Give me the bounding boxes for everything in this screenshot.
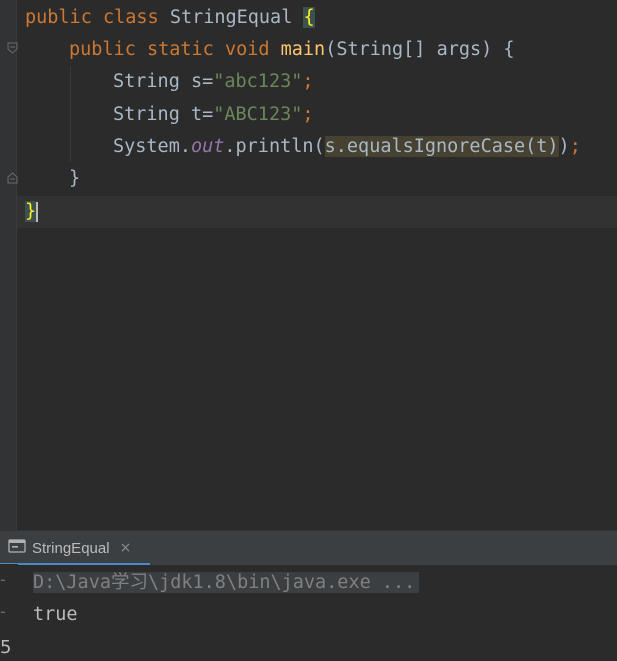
run-tool-window: StringEqual × ‐ ‐ 5 D:\Java学习\jdk1.8\bin… [0,530,617,661]
code-line-4[interactable]: String t="ABC123"; [113,99,314,131]
console-command[interactable]: D:\Java学习\jdk1.8\bin\java.exe ... [33,572,420,593]
declaration: String t= [113,104,214,125]
code-line-3[interactable]: String s="abc123"; [113,66,314,98]
class-ref: System. [113,136,191,157]
code-line-6[interactable]: } [69,163,80,195]
current-line-highlight [17,196,617,228]
run-tab-bar: StringEqual × [0,530,617,565]
close-icon[interactable]: × [120,540,132,556]
run-config-icon [8,538,26,558]
method-signature: (String[] args) { [325,39,515,60]
static-field: out [190,136,225,157]
active-tab-indicator [0,563,150,565]
keyword: public [69,39,136,60]
semicolon: ; [569,136,581,157]
keyword: static [146,39,214,60]
method-call: .println( [224,136,325,157]
console-marker: ‐ [0,602,6,621]
open-brace: { [303,7,315,28]
code-line-7[interactable]: } [25,196,39,228]
declaration: String s= [113,71,214,92]
code-line-2[interactable]: public static void main(String[] args) { [69,34,515,66]
console-command-line[interactable]: D:\Java学习\jdk1.8\bin\java.exe ... [33,567,420,599]
highlighted-expression: s.equalsIgnoreCase(t) [324,136,559,157]
tab-string-equal[interactable]: StringEqual × [0,531,139,565]
console-marker: ‐ [0,570,6,589]
fold-end-marker-icon[interactable] [7,172,18,184]
code-line-5[interactable]: System.out.println(s.equalsIgnoreCase(t)… [113,131,581,163]
semicolon: ; [302,71,314,92]
close-brace: } [69,168,81,189]
string-literal: "ABC123" [213,104,303,125]
indent-guide [70,66,71,162]
class-name: StringEqual [169,7,293,28]
code-editor[interactable]: public class StringEqual { public static… [0,0,617,530]
code-line-1[interactable]: public class StringEqual { [25,2,315,34]
console-output[interactable]: true [33,599,78,631]
gutter-number: 5 [0,637,12,658]
semicolon: ; [302,104,314,125]
keyword: void [224,39,270,60]
text-cursor [36,202,39,222]
editor-gutter [0,0,18,530]
fold-marker-icon[interactable] [7,42,18,54]
console-gutter: ‐ ‐ 5 [0,564,18,661]
string-literal: "abc123" [213,71,303,92]
keyword: class [102,7,159,28]
keyword: public [25,7,92,28]
method-name: main [280,39,326,60]
close-paren: ) [558,136,570,157]
close-brace-matched: } [25,201,37,222]
tab-label: StringEqual [32,539,110,557]
